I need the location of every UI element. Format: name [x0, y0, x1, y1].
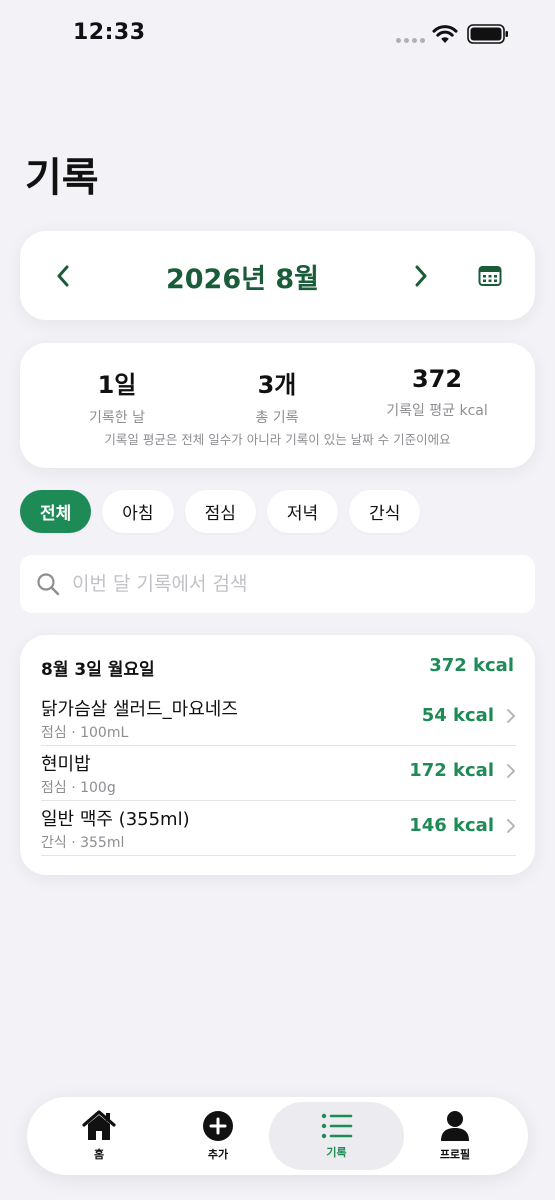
- tab-home[interactable]: 홈: [39, 1102, 159, 1170]
- filter-chip-dinner[interactable]: 저녁: [266, 490, 339, 533]
- chevron-right-icon: [507, 819, 515, 833]
- month-label: 2026년 8월: [165, 264, 319, 295]
- chevron-right-icon: [507, 709, 515, 723]
- food-entry[interactable]: 현미밥 점심 · 100g 172 kcal: [41, 746, 516, 801]
- food-meal-amount: 점심 · 100mL: [41, 725, 129, 741]
- food-meal-amount: 점심 · 100g: [41, 780, 116, 796]
- tab-add[interactable]: 추가: [158, 1102, 278, 1170]
- chevron-right-icon: [507, 764, 515, 778]
- calendar-icon: [478, 266, 502, 286]
- wifi-icon: [432, 25, 458, 43]
- tab-profile[interactable]: 프로필: [395, 1102, 515, 1170]
- plus-circle-icon: [203, 1111, 233, 1141]
- search-box: [20, 555, 535, 613]
- list-icon: [321, 1113, 352, 1139]
- filter-chip-lunch[interactable]: 점심: [184, 490, 256, 533]
- status-time: 12:33: [73, 20, 146, 45]
- signal-dots-icon: [396, 38, 425, 43]
- food-kcal: 54 kcal: [421, 705, 494, 726]
- house-icon: [82, 1110, 116, 1140]
- stat-label: 총 기록: [255, 410, 299, 426]
- next-month-button[interactable]: [406, 259, 436, 293]
- tab-label: 홈: [93, 1148, 105, 1161]
- page-title: 기록: [25, 155, 99, 201]
- stat-value: 1일: [97, 371, 137, 399]
- food-entry[interactable]: 닭가슴살 샐러드_마요네즈 점심 · 100mL 54 kcal: [41, 691, 516, 746]
- month-summary-card: 1일 기록한 날 3개 총 기록 372 기록일 평균 kcal 기록일 평균은…: [20, 343, 535, 468]
- filter-chip-breakfast[interactable]: 아침: [102, 490, 174, 533]
- stat-value: 3개: [257, 371, 297, 399]
- day-date: 8월 3일 월요일: [41, 660, 155, 680]
- person-icon: [441, 1111, 469, 1141]
- food-meal-amount: 간식 · 355ml: [41, 835, 125, 851]
- tab-label: 추가: [207, 1148, 229, 1161]
- search-icon: [37, 573, 60, 596]
- food-name: 현미밥: [41, 754, 91, 775]
- tab-label: 기록: [326, 1146, 347, 1159]
- month-selector: 2026년 8월: [20, 231, 535, 320]
- food-name: 일반 맥주 (355ml): [41, 809, 190, 830]
- food-kcal: 172 kcal: [409, 760, 494, 781]
- stat-total-records: 3개 총 기록: [192, 365, 362, 427]
- tab-label: 프로필: [439, 1148, 471, 1161]
- stat-label: 기록일 평균 kcal: [386, 403, 488, 419]
- filter-chip-all[interactable]: 전체: [20, 490, 92, 533]
- chevron-right-icon: [415, 265, 427, 287]
- calendar-button[interactable]: [474, 261, 506, 291]
- stat-value: 372: [411, 365, 463, 393]
- food-name: 닭가슴살 샐러드_마요네즈: [41, 699, 238, 720]
- battery-icon: [467, 24, 508, 44]
- stat-recorded-days: 1일 기록한 날: [32, 365, 202, 427]
- stat-average-kcal: 372 기록일 평균 kcal: [352, 365, 522, 420]
- food-entry[interactable]: 일반 맥주 (355ml) 간식 · 355ml 146 kcal: [41, 801, 516, 856]
- filter-chip-snack[interactable]: 간식: [349, 490, 421, 533]
- day-record-card: 8월 3일 월요일 372 kcal 닭가슴살 샐러드_마요네즈 점심 · 10…: [20, 635, 535, 875]
- status-bar: 12:33: [0, 0, 555, 70]
- stat-label: 기록한 날: [89, 410, 145, 426]
- tab-records[interactable]: 기록: [269, 1102, 404, 1170]
- search-input[interactable]: [72, 565, 512, 603]
- day-total-kcal: 372 kcal: [429, 655, 514, 676]
- stats-note: 기록일 평균은 전체 일수가 아니라 기록이 있는 날짜 수 기준이에요: [104, 432, 451, 447]
- tab-bar: 홈 추가 기록 프로필: [27, 1097, 528, 1175]
- food-kcal: 146 kcal: [409, 815, 494, 836]
- meal-filter-bar: 전체 아침 점심 저녁 간식: [20, 490, 421, 533]
